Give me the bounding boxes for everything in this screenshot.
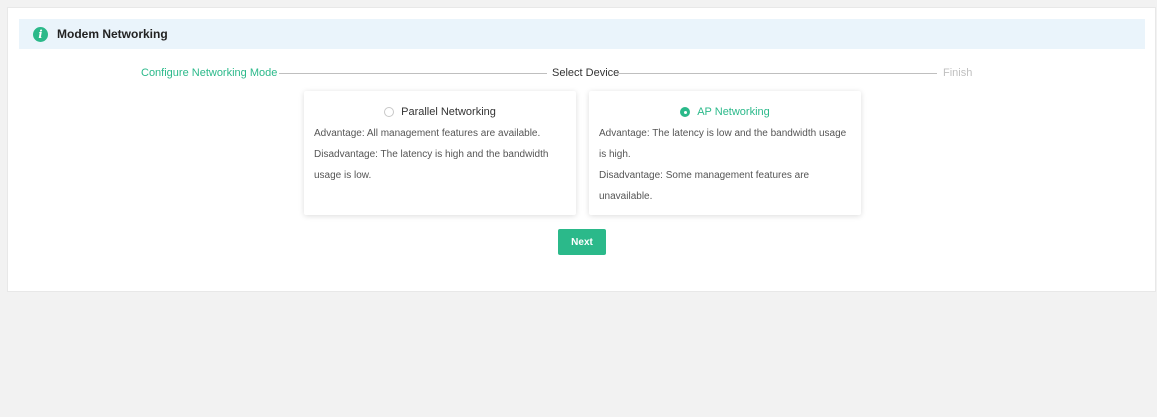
radio-ap-networking[interactable] — [680, 107, 691, 117]
step-select-device: Select Device — [552, 67, 620, 79]
info-icon: i — [33, 26, 48, 42]
radio-parallel-networking[interactable] — [384, 107, 395, 117]
disadvantage-text: Disadvantage: The latency is high and th… — [314, 149, 549, 181]
main-panel: i Modem Networking Configure Networking … — [7, 7, 1156, 292]
info-banner: i Modem Networking — [19, 19, 1145, 49]
step-configure-networking-mode: Configure Networking Mode — [141, 67, 278, 79]
step-connector — [279, 73, 547, 74]
step-connector — [619, 73, 937, 74]
option-header[interactable]: Parallel Networking — [314, 105, 566, 119]
step-finish: Finish — [943, 67, 973, 79]
option-card-ap-networking[interactable]: AP Networking Advantage: The latency is … — [589, 91, 861, 215]
option-card-parallel-networking[interactable]: Parallel Networking Advantage: All manag… — [304, 91, 576, 215]
advantage-text: Advantage: The latency is low and the ba… — [599, 128, 847, 160]
option-header[interactable]: AP Networking — [599, 105, 851, 119]
banner-title: Modem Networking — [57, 27, 168, 41]
option-title: AP Networking — [697, 106, 770, 118]
advantage-text: Advantage: All management features are a… — [314, 128, 541, 139]
option-title: Parallel Networking — [401, 106, 496, 118]
disadvantage-text: Disadvantage: Some management features a… — [599, 170, 810, 202]
next-button[interactable]: Next — [558, 229, 606, 255]
